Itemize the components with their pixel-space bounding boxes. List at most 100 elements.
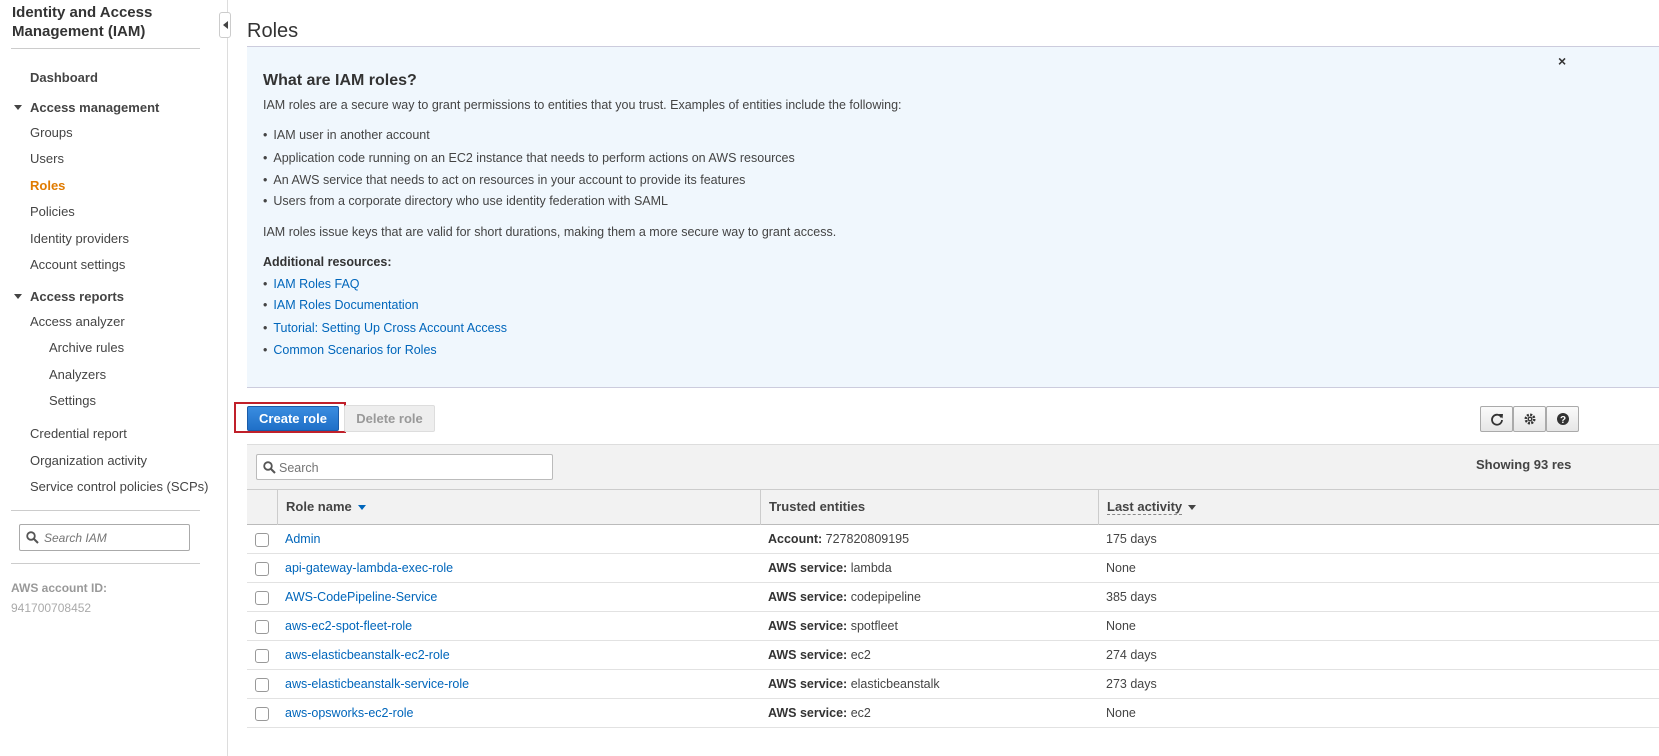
trusted-entity: AWS service: ec2 (768, 706, 871, 720)
sidebar-item-analyzers[interactable]: Analyzers (49, 367, 106, 382)
role-name-link[interactable]: Admin (285, 532, 320, 546)
row-checkbox[interactable] (255, 678, 269, 692)
trusted-entity: AWS service: ec2 (768, 648, 871, 662)
divider (11, 510, 200, 511)
column-label: Trusted entities (769, 499, 866, 514)
sidebar-item-access-analyzer[interactable]: Access analyzer (30, 314, 125, 329)
info-keys-note: IAM roles issue keys that are valid for … (263, 225, 837, 239)
sidebar-item-roles[interactable]: Roles (30, 178, 65, 193)
sidebar: Identity and Access Management (IAM) Das… (0, 0, 228, 756)
trust-value: codepipeline (850, 590, 921, 604)
last-activity: 385 days (1106, 590, 1157, 604)
column-header-role-name[interactable]: Role name (277, 490, 760, 525)
resource-link-faq: IAM Roles FAQ (263, 277, 359, 291)
role-name-link[interactable]: aws-opsworks-ec2-role (285, 706, 414, 720)
sidebar-item-policies[interactable]: Policies (30, 204, 75, 219)
table-row: aws-opsworks-ec2-role AWS service: ec2 N… (247, 699, 1659, 728)
divider (11, 48, 200, 49)
column-header-last-activity[interactable]: Last activity (1098, 490, 1659, 525)
sidebar-section-label: Access management (30, 100, 160, 115)
table-header: Role name Trusted entities Last activity (247, 490, 1659, 525)
trusted-entity: AWS service: lambda (768, 561, 892, 575)
row-checkbox[interactable] (255, 707, 269, 721)
sidebar-item-organization-activity[interactable]: Organization activity (30, 453, 147, 468)
table-row: aws-elasticbeanstalk-ec2-role AWS servic… (247, 641, 1659, 670)
sidebar-search-input[interactable] (44, 528, 184, 547)
list-item: Application code running on an EC2 insta… (263, 151, 794, 165)
search-icon (26, 531, 39, 544)
sort-down-icon (1188, 505, 1197, 511)
table-row: aws-ec2-spot-fleet-role AWS service: spo… (247, 612, 1659, 641)
row-checkbox[interactable] (255, 620, 269, 634)
sidebar-section-label: Access reports (30, 289, 124, 304)
resource-link[interactable]: IAM Roles FAQ (273, 277, 359, 291)
trust-value: 727820809195 (825, 532, 910, 546)
help-button[interactable]: ? (1546, 406, 1579, 432)
account-id-value: 941700708452 (11, 601, 92, 615)
resource-link[interactable]: IAM Roles Documentation (273, 298, 418, 312)
role-name-link[interactable]: AWS-CodePipeline-Service (285, 590, 437, 604)
row-checkbox[interactable] (255, 649, 269, 663)
resource-link[interactable]: Tutorial: Setting Up Cross Account Acces… (273, 321, 507, 335)
sidebar-item-identity-providers[interactable]: Identity providers (30, 231, 129, 246)
column-header-trusted-entities: Trusted entities (760, 490, 1098, 525)
role-name-link[interactable]: aws-elasticbeanstalk-service-role (285, 677, 469, 691)
trusted-entity: AWS service: spotfleet (768, 619, 898, 633)
create-role-button[interactable]: Create role (247, 406, 339, 431)
list-item: An AWS service that needs to act on reso… (263, 173, 745, 187)
trust-type-label: AWS service: (768, 677, 848, 691)
trust-type-label: AWS service: (768, 619, 848, 633)
delete-role-button: Delete role (344, 405, 435, 432)
row-checkbox[interactable] (255, 591, 269, 605)
sidebar-item-account-settings[interactable]: Account settings (30, 257, 125, 272)
settings-button[interactable] (1513, 406, 1546, 432)
gear-icon (1524, 413, 1536, 425)
last-activity: None (1106, 706, 1136, 720)
trust-value: ec2 (850, 706, 871, 720)
sidebar-item-scps[interactable]: Service control policies (SCPs) (30, 479, 208, 494)
close-icon[interactable]: × (1558, 53, 1566, 69)
sort-down-icon (357, 505, 366, 511)
role-name-link[interactable]: aws-ec2-spot-fleet-role (285, 619, 412, 633)
trust-value: spotfleet (850, 619, 898, 633)
sidebar-item-groups[interactable]: Groups (30, 125, 73, 140)
sidebar-item-credential-report[interactable]: Credential report (30, 426, 127, 441)
list-item: Users from a corporate directory who use… (263, 194, 668, 208)
svg-text:?: ? (1560, 415, 1566, 426)
list-item: IAM user in another account (263, 128, 429, 142)
divider (11, 563, 200, 564)
trust-type-label: AWS service: (768, 706, 848, 720)
table-toolbar: Showing 93 res (247, 444, 1659, 490)
sidebar-title: Identity and Access Management (IAM) (12, 4, 153, 40)
table-search-input[interactable] (279, 458, 539, 477)
caret-down-icon (14, 105, 22, 111)
results-count: Showing 93 res (1476, 457, 1572, 472)
trust-value: lambda (850, 561, 892, 575)
collapse-sidebar-button[interactable] (219, 12, 231, 38)
info-intro: IAM roles are a secure way to grant perm… (263, 98, 902, 112)
row-checkbox[interactable] (255, 562, 269, 576)
sidebar-section-access-reports[interactable]: Access reports (14, 289, 124, 304)
sidebar-item-settings[interactable]: Settings (49, 393, 96, 408)
page-title: Roles (247, 20, 299, 42)
resource-link-docs: IAM Roles Documentation (263, 298, 418, 312)
resource-link[interactable]: Common Scenarios for Roles (273, 343, 436, 357)
table-row: aws-elasticbeanstalk-service-role AWS se… (247, 670, 1659, 699)
column-label: Last activity (1107, 499, 1183, 515)
sidebar-item-archive-rules[interactable]: Archive rules (49, 340, 124, 355)
sidebar-item-users[interactable]: Users (30, 151, 64, 166)
last-activity: 175 days (1106, 532, 1157, 546)
sidebar-item-dashboard[interactable]: Dashboard (30, 70, 98, 85)
trust-value: ec2 (850, 648, 871, 662)
role-name-link[interactable]: aws-elasticbeanstalk-ec2-role (285, 648, 450, 662)
sidebar-section-access-management[interactable]: Access management (14, 100, 159, 115)
search-icon (263, 461, 276, 474)
resources-heading: Additional resources: (263, 255, 392, 269)
row-checkbox[interactable] (255, 533, 269, 547)
role-name-link[interactable]: api-gateway-lambda-exec-role (285, 561, 453, 575)
refresh-icon (1491, 413, 1503, 426)
resource-link-tutorial: Tutorial: Setting Up Cross Account Acces… (263, 321, 507, 335)
last-activity: None (1106, 619, 1136, 633)
refresh-button[interactable] (1480, 406, 1513, 432)
caret-down-icon (14, 294, 22, 300)
